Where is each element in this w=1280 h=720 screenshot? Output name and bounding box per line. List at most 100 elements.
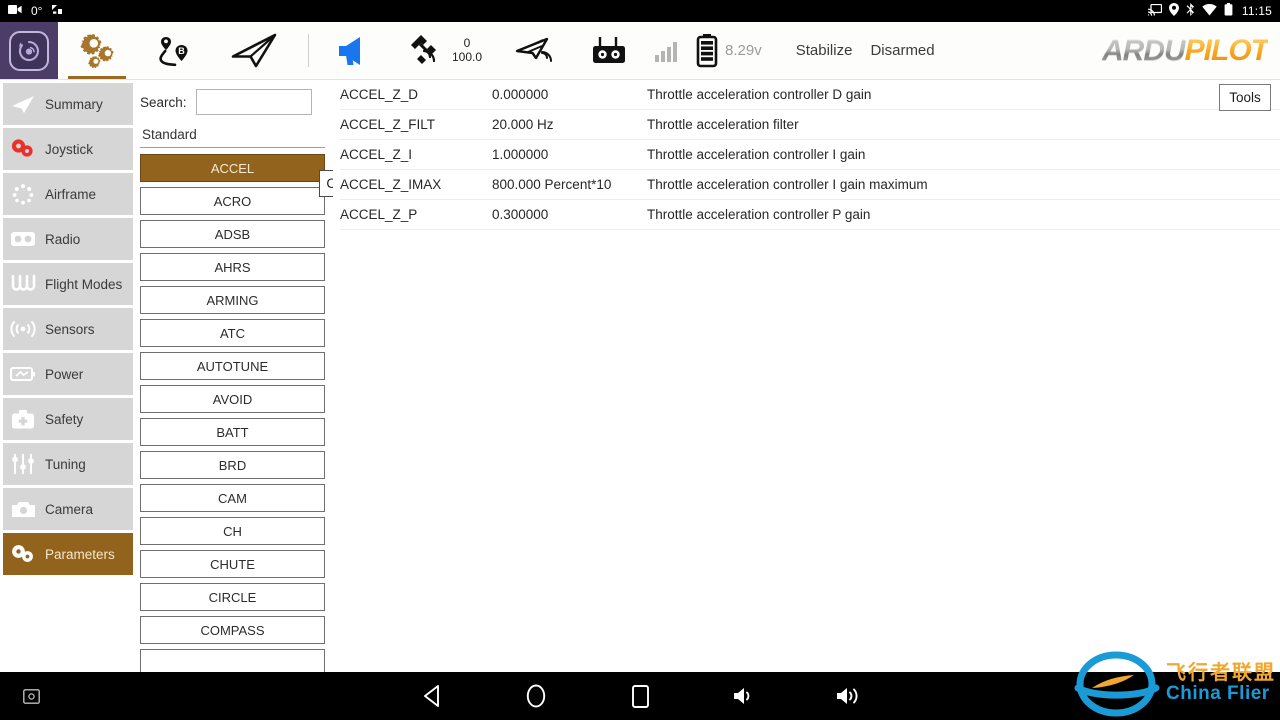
rotation-lock-icon [51, 4, 63, 18]
android-status-bar: 0° 11:15 [0, 0, 1280, 22]
clear-search-button[interactable]: Clear [319, 170, 333, 197]
group-button-chute[interactable]: CHUTE [140, 550, 325, 578]
search-label: Search: [140, 94, 187, 110]
group-label: CIRCLE [208, 589, 257, 605]
group-label: ADSB [214, 226, 251, 242]
sidebar-item-flight-modes[interactable]: Flight Modes [3, 263, 133, 305]
sidebar-label: Joystick [45, 141, 94, 157]
wifi-icon [1202, 3, 1217, 19]
paper-plane-icon [10, 94, 36, 114]
back-icon[interactable] [415, 679, 449, 713]
parameters-gears-icon [10, 543, 36, 565]
sidebar-item-tuning[interactable]: Tuning [3, 443, 133, 485]
parameter-description: Throttle acceleration controller I gain [647, 147, 866, 162]
search-row: Search: [140, 80, 325, 118]
rotation-value: 0° [31, 4, 43, 18]
group-button-arming[interactable]: ARMING [140, 286, 325, 314]
bluetooth-icon [1186, 3, 1195, 19]
sensors-icon [10, 319, 36, 339]
toolbar-arm-state[interactable]: Disarmed [852, 22, 934, 79]
parameter-group-panel: Search: Standard ACCEL ACRO ADSB AHRS AR… [135, 80, 333, 700]
parameter-name: ACCEL_Z_P [340, 207, 418, 222]
parameter-value: 0.300000 [492, 207, 549, 222]
sidebar-item-power[interactable]: Power [3, 353, 133, 395]
parameter-name: ACCEL_Z_D [340, 87, 419, 102]
flight-modes-icon [10, 274, 36, 294]
sidebar-label: Parameters [45, 546, 115, 562]
table-row[interactable]: ACCEL_Z_I 1.000000 Throttle acceleration… [340, 140, 1280, 170]
group-button-ch[interactable]: CH [140, 517, 325, 545]
sidebar-item-safety[interactable]: Safety [3, 398, 133, 440]
parameter-value: 20.000 Hz [492, 117, 554, 132]
safety-icon [10, 409, 36, 430]
group-button-ahrs[interactable]: AHRS [140, 253, 325, 281]
toolbar-flight-mode[interactable]: Stabilize [778, 22, 853, 79]
sidebar-item-parameters[interactable]: Parameters [3, 533, 133, 575]
group-button-atc[interactable]: ATC [140, 319, 325, 347]
toolbar-message-indicator[interactable] [319, 22, 393, 79]
group-button-cam[interactable]: CAM [140, 484, 325, 512]
toolbar-settings-tab[interactable] [58, 22, 136, 79]
tuning-sliders-icon [10, 453, 36, 475]
sidebar-item-joystick[interactable]: Joystick [3, 128, 133, 170]
sidebar-item-airframe[interactable]: Airframe [3, 173, 133, 215]
table-row[interactable]: ACCEL_Z_D 0.000000 Throttle acceleration… [340, 80, 1280, 110]
group-button-autotune[interactable]: AUTOTUNE [140, 352, 325, 380]
toolbar-rc-indicator[interactable] [574, 22, 644, 79]
toolbar-gps-indicator[interactable]: 0 100.0 [393, 22, 498, 79]
group-button-adsb[interactable]: ADSB [140, 220, 325, 248]
sidebar-item-radio[interactable]: Radio [3, 218, 133, 260]
group-button-avoid[interactable]: AVOID [140, 385, 325, 413]
volume-down-icon[interactable] [727, 679, 761, 713]
parameter-name: ACCEL_Z_FILT [340, 117, 436, 132]
toolbar-fly-tab[interactable] [212, 22, 298, 79]
tools-button[interactable]: Tools [1219, 84, 1271, 111]
cast-icon [1147, 3, 1163, 19]
group-label: ARMING [206, 292, 259, 308]
group-button-batt[interactable]: BATT [140, 418, 325, 446]
flight-mode-label: Stabilize [795, 42, 853, 59]
recents-icon[interactable] [623, 679, 657, 713]
app-root: 0° 11:15 B 0 100.0 8.29v Stabilize Disar… [0, 0, 1280, 720]
status-bar-clock: 11:15 [1241, 4, 1272, 18]
sidebar-item-camera[interactable]: Camera [3, 488, 133, 530]
main-content: Summary Joystick Airframe Radio Flight M… [0, 80, 1280, 700]
svg-text:B: B [178, 46, 185, 56]
china-flier-logo-icon [1074, 651, 1160, 717]
group-button-brd[interactable]: BRD [140, 451, 325, 479]
parameter-description: Throttle acceleration filter [647, 117, 799, 132]
group-label: AUTOTUNE [196, 358, 269, 374]
group-button-acro[interactable]: ACRO [140, 187, 325, 215]
table-row[interactable]: ACCEL_Z_P 0.300000 Throttle acceleration… [340, 200, 1280, 230]
qgroundcontrol-logo[interactable] [0, 22, 58, 79]
group-button-compass[interactable]: COMPASS [140, 616, 325, 644]
sidebar-item-sensors[interactable]: Sensors [3, 308, 133, 350]
group-button-accel[interactable]: ACCEL [140, 154, 325, 182]
table-row[interactable]: ACCEL_Z_FILT 20.000 Hz Throttle accelera… [340, 110, 1280, 140]
settings-sidebar: Summary Joystick Airframe Radio Flight M… [0, 80, 135, 700]
sidebar-item-summary[interactable]: Summary [3, 83, 133, 125]
group-section-label: Standard [142, 127, 197, 142]
group-label: AVOID [212, 391, 253, 407]
group-label: CH [223, 523, 242, 539]
sidebar-label: Summary [45, 96, 103, 112]
toolbar-battery-indicator[interactable]: 8.29v [690, 22, 778, 79]
sidebar-label: Sensors [45, 321, 95, 337]
toolbar-signal-strength[interactable] [644, 22, 690, 79]
search-input[interactable] [195, 89, 312, 115]
radio-icon [10, 230, 36, 248]
toolbar-plan-tab[interactable]: B [136, 22, 212, 79]
table-row[interactable]: ACCEL_Z_IMAX 800.000 Percent*10 Throttle… [340, 170, 1280, 200]
parameter-description: Throttle acceleration controller P gain [647, 207, 871, 222]
toolbar-telemetry-indicator[interactable] [498, 22, 574, 79]
group-section-divider [140, 147, 325, 148]
ardupilot-brand-logo: ARDU PILOT [1102, 22, 1280, 79]
volume-up-icon[interactable] [831, 679, 865, 713]
parameter-description: Throttle acceleration controller I gain … [647, 177, 928, 192]
parameter-table: Tools ACCEL_Z_D 0.000000 Throttle accele… [333, 80, 1280, 700]
parameter-value: 1.000000 [492, 147, 549, 162]
group-button-circle[interactable]: CIRCLE [140, 583, 325, 611]
sidebar-label: Airframe [45, 186, 97, 202]
home-icon[interactable] [519, 679, 553, 713]
sidebar-label: Safety [45, 411, 84, 427]
